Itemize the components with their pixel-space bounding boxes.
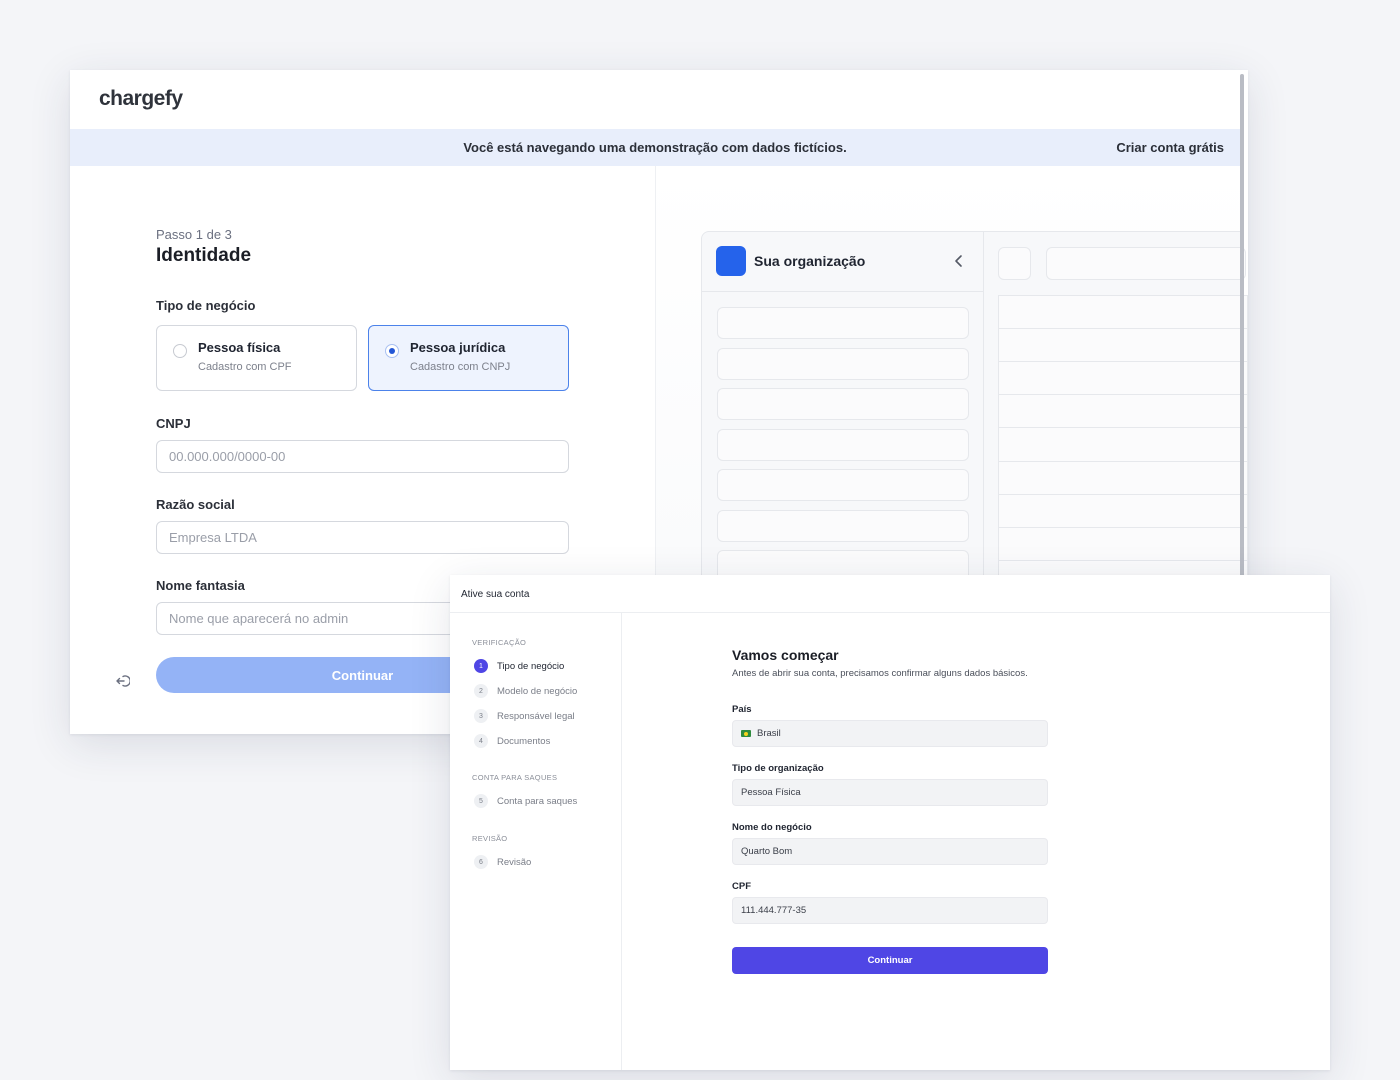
razao-social-input[interactable]: Empresa LTDA [156,521,569,554]
preview-sidebar-header: Sua organização [702,232,983,292]
country-value: Brasil [757,728,781,739]
step-number: 5 [474,794,488,808]
window-header: Ative sua conta [450,575,1330,613]
business-name-input[interactable]: Quarto Bom [732,838,1048,865]
content-subtitle: Antes de abrir sua conta, precisamos con… [732,668,1028,679]
country-label: País [732,704,752,715]
preview-search-placeholder [1046,247,1246,280]
cpf-input[interactable]: 111.444.777-35 [732,897,1048,924]
table-row-divider [999,560,1248,561]
step-label: Conta para saques [497,795,578,807]
step-number: 2 [474,684,488,698]
table-row-divider [999,427,1248,428]
section-verificacao: VERIFICAÇÃO [472,638,527,647]
step-label: Modelo de negócio [497,685,578,697]
activation-window: Ative sua conta VERIFICAÇÃO 1 Tipo de ne… [450,575,1330,1070]
table-row-divider [999,461,1248,462]
window-title: Ative sua conta [461,589,530,600]
step-number: 6 [474,855,488,869]
option-pessoa-juridica[interactable]: Pessoa jurídica Cadastro com CNPJ [368,325,569,391]
option-subtitle: Cadastro com CNPJ [410,361,511,373]
org-type-select[interactable]: Pessoa Física [732,779,1048,806]
step-number: 1 [474,659,488,673]
table-row-divider [999,494,1248,495]
step-indicator: Passo 1 de 3 [156,227,232,242]
option-title: Pessoa jurídica [410,340,506,355]
preview-nav-placeholder [717,348,969,380]
cnpj-input[interactable]: 00.000.000/0000-00 [156,440,569,473]
cpf-label: CPF [732,881,751,892]
step-label: Revisão [497,856,532,868]
step-documentos[interactable]: 4 Documentos [474,734,550,748]
business-name-label: Nome do negócio [732,822,812,833]
content-title: Vamos começar [732,647,839,663]
table-row-divider [999,527,1248,528]
razao-social-label: Razão social [156,497,235,512]
step-revisao[interactable]: 6 Revisão [474,855,531,869]
option-pessoa-fisica[interactable]: Pessoa física Cadastro com CPF [156,325,357,391]
chevron-left-icon [955,255,962,267]
continue-button[interactable]: Continuar [732,947,1048,974]
preview-nav-placeholder [717,510,969,542]
logout-icon[interactable] [114,673,130,689]
demo-banner-message: Você está navegando uma demonstração com… [463,140,847,155]
page-title: Identidade [156,245,252,266]
country-select[interactable]: Brasil [732,720,1048,747]
table-row-divider [999,361,1248,362]
steps-sidebar: VERIFICAÇÃO 1 Tipo de negócio 2 Modelo d… [450,613,622,1070]
preview-nav-placeholder [717,429,969,461]
section-conta-para-saques: CONTA PARA SAQUES [472,773,558,782]
business-type-label: Tipo de negócio [156,298,256,313]
step-label: Documentos [497,735,551,747]
table-row-divider [999,328,1248,329]
step-number: 4 [474,734,488,748]
step-responsavel-legal[interactable]: 3 Responsável legal [474,709,575,723]
step-label: Tipo de negócio [497,660,565,672]
step-label: Responsável legal [497,710,575,722]
radio-selected-icon[interactable] [385,344,399,358]
table-row-divider [999,394,1248,395]
preview-nav-placeholder [717,388,969,420]
step-tipo-de-negocio[interactable]: 1 Tipo de negócio [474,659,564,673]
section-revisao: REVISÃO [472,834,508,843]
preview-button-placeholder [998,247,1031,280]
org-avatar [716,246,746,276]
preview-nav-placeholder [717,469,969,501]
step-number: 3 [474,709,488,723]
step-modelo-de-negocio[interactable]: 2 Modelo de negócio [474,684,577,698]
cnpj-label: CNPJ [156,416,191,431]
step-conta-para-saques[interactable]: 5 Conta para saques [474,794,577,808]
chargefy-logo[interactable]: chargefy [99,87,183,111]
org-type-label: Tipo de organização [732,763,824,774]
option-subtitle: Cadastro com CPF [198,361,292,373]
radio-icon[interactable] [173,344,187,358]
brazil-flag-icon [741,730,751,737]
org-name: Sua organização [754,253,866,269]
option-title: Pessoa física [198,340,281,355]
nome-fantasia-label: Nome fantasia [156,578,245,593]
demo-banner: Você está navegando uma demonstração com… [70,129,1240,166]
preview-nav-placeholder [717,307,969,339]
create-account-link[interactable]: Criar conta grátis [1116,140,1224,155]
